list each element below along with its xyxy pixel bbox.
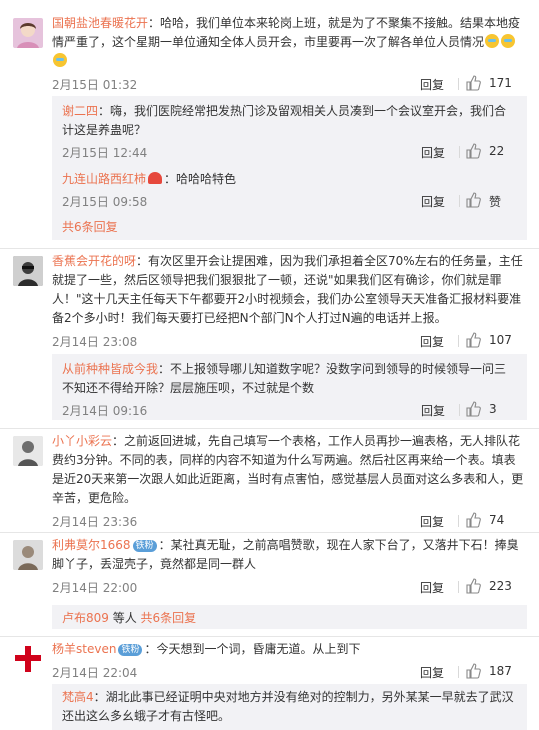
thumbs-up-icon: [466, 192, 481, 208]
more-replies-link[interactable]: 卢布809 等人 共6条回复: [62, 609, 196, 626]
comment-username[interactable]: 利弗莫尔1668: [52, 538, 131, 552]
reply-time: 2月14日 09:16: [62, 404, 148, 418]
reply-username[interactable]: 从前种种皆成今我: [62, 362, 158, 376]
avatar[interactable]: [13, 540, 43, 570]
emoji-icon: [501, 34, 516, 48]
summary-text: 等人: [108, 611, 141, 625]
comment-username[interactable]: 杨羊steven: [52, 642, 116, 656]
thumbs-up-icon: [466, 512, 481, 528]
comment-content: ：之前返回进城，先自己填写一个表格，工作人员再抄一遍表格，无人排队花费约3分钟。…: [52, 434, 524, 505]
reply-button[interactable]: 回复: [421, 193, 445, 210]
divider: [458, 666, 459, 678]
comment-time: 2月14日 22:00: [52, 581, 138, 595]
divider: [0, 532, 539, 533]
comment-text: 国朝盐池春暖花开：哈哈，我们单位本来轮岗上班，就是为了不聚集不接触。结果本地疫情…: [52, 14, 527, 71]
reply-box: 梵高4：湖北此事已经证明中央对地方并没有绝对的控制力，另外某某一早就去了武汉还出…: [52, 684, 527, 730]
thumbs-up-icon: [466, 332, 481, 348]
comment-username[interactable]: 香蕉会开花的呀: [52, 254, 136, 268]
reply-username[interactable]: 梵高4: [62, 690, 94, 704]
reply-item: 九连山路西红柿 ：哈哈哈特色 2月15日 09:58 回复 赞: [52, 170, 527, 211]
emoji-icon: [53, 53, 67, 67]
divider: [459, 146, 460, 158]
like-count: 22: [489, 144, 505, 158]
thumbs-up-icon: [466, 75, 481, 91]
comment-username[interactable]: 国朝盐池春暖花开: [52, 16, 148, 30]
reply-item: 从前种种皆成今我：不上报领导哪儿知道数字呢？没数字问到领导的时候领导一问三不知还…: [52, 360, 527, 420]
avatar[interactable]: [13, 644, 43, 674]
like-count: 74: [489, 513, 505, 527]
like-button[interactable]: 22: [465, 142, 517, 160]
divider: [459, 404, 460, 416]
avatar[interactable]: [13, 256, 43, 286]
comment-time: 2月14日 23:36: [52, 515, 138, 529]
avatar[interactable]: [13, 18, 43, 48]
comment-content: ：今天想到一个词，昏庸无道。从上到下: [144, 642, 361, 656]
like-button[interactable]: 3: [465, 400, 517, 418]
thumbs-up-icon: [466, 401, 481, 417]
reply-item: 梵高4：湖北此事已经证明中央对地方并没有绝对的控制力，另外某某一早就去了武汉还出…: [52, 688, 527, 726]
like-count: 赞: [489, 195, 502, 209]
divider: [458, 515, 459, 527]
reply-button[interactable]: 回复: [420, 664, 444, 681]
reply-username[interactable]: 谢二四: [62, 104, 98, 118]
like-count: 171: [489, 76, 512, 90]
like-count: 187: [489, 664, 512, 678]
reply-time: 2月15日 09:58: [62, 195, 148, 209]
emoji-icon: [485, 34, 500, 48]
divider: [459, 195, 460, 207]
reply-box: 谢二四：嗨，我们医院经常把发热门诊及留观相关人员凑到一个会议室开会，我们合计这是…: [52, 96, 527, 240]
like-button[interactable]: 223: [465, 577, 527, 595]
comment-time: 2月14日 22:04: [52, 666, 138, 680]
reply-text: ：哈哈哈特色: [164, 172, 237, 186]
reply-box: 卢布809 等人 共6条回复: [52, 605, 527, 629]
more-replies-link[interactable]: 共6条回复: [62, 218, 118, 235]
like-count: 3: [489, 402, 497, 416]
comment-username[interactable]: 小丫小彩云: [52, 434, 112, 448]
reply-button[interactable]: 回复: [420, 76, 444, 93]
like-button[interactable]: 107: [465, 331, 527, 349]
reply-box: 从前种种皆成今我：不上报领导哪儿知道数字呢？没数字问到领导的时候领导一问三不知还…: [52, 354, 527, 420]
reply-button[interactable]: 回复: [420, 579, 444, 596]
reply-text: ：嗨，我们医院经常把发热门诊及留观相关人员凑到一个会议室开会，我们合计这是养蛊呢…: [62, 104, 507, 137]
like-button[interactable]: 74: [465, 511, 527, 529]
more-replies-count[interactable]: 共6条回复: [141, 611, 197, 625]
avatar[interactable]: [13, 436, 43, 466]
divider: [458, 335, 459, 347]
like-button[interactable]: 赞: [465, 191, 517, 209]
divider: [0, 636, 539, 637]
reply-username[interactable]: 九连山路西红柿: [62, 172, 146, 186]
reply-button[interactable]: 回复: [421, 402, 445, 419]
like-button[interactable]: 187: [465, 662, 527, 680]
like-button[interactable]: 171: [465, 74, 527, 92]
user-badge-icon: [148, 172, 163, 184]
comment-time: 2月14日 23:08: [52, 335, 138, 349]
comment-feed: 国朝盐池春暖花开：哈哈，我们单位本来轮岗上班，就是为了不聚集不接触。结果本地疫情…: [0, 0, 539, 730]
thumbs-up-icon: [466, 578, 481, 594]
thumbs-up-icon: [466, 143, 481, 159]
reply-item: 谢二四：嗨，我们医院经常把发热门诊及留观相关人员凑到一个会议室开会，我们合计这是…: [52, 102, 527, 162]
fan-badge: 铁粉: [118, 644, 143, 656]
divider: [0, 248, 539, 249]
reply-user-summary[interactable]: 卢布809: [62, 611, 109, 625]
reply-button[interactable]: 回复: [421, 144, 445, 161]
like-count: 223: [489, 579, 512, 593]
divider: [458, 581, 459, 593]
divider: [0, 428, 539, 429]
comment-time: 2月15日 01:32: [52, 78, 138, 92]
reply-text: ：湖北此事已经证明中央对地方并没有绝对的控制力，另外某某一早就去了武汉还出这么多…: [62, 690, 514, 723]
thumbs-up-icon: [466, 663, 481, 679]
reply-time: 2月15日 12:44: [62, 146, 148, 160]
reply-button[interactable]: 回复: [420, 333, 444, 350]
reply-button[interactable]: 回复: [420, 513, 444, 530]
fan-badge: 铁粉: [132, 540, 157, 552]
like-count: 107: [489, 333, 512, 347]
divider: [458, 78, 459, 90]
